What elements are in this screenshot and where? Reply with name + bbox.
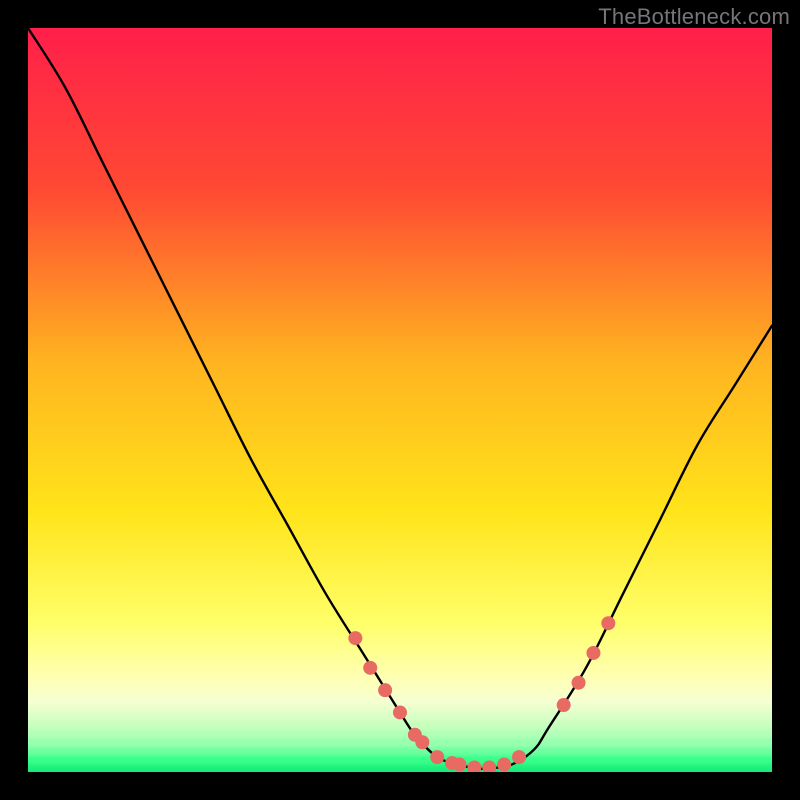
band-line — [28, 698, 772, 703]
marker-dot — [572, 676, 586, 690]
marker-dot — [415, 735, 429, 749]
band-line — [28, 742, 772, 747]
marker-dot — [586, 646, 600, 660]
marker-dot — [453, 758, 467, 772]
chart-svg — [28, 28, 772, 772]
marker-dot — [430, 750, 444, 764]
watermark-text: TheBottleneck.com — [598, 4, 790, 30]
gradient-background — [28, 28, 772, 772]
marker-dot — [557, 698, 571, 712]
chart-frame: TheBottleneck.com — [0, 0, 800, 800]
band-line — [28, 733, 772, 738]
marker-dot — [393, 705, 407, 719]
marker-dot — [601, 616, 615, 630]
plot-area — [28, 28, 772, 772]
marker-dot — [497, 758, 511, 772]
band-line — [28, 751, 772, 756]
band-line — [28, 760, 772, 765]
marker-dot — [512, 750, 526, 764]
band-line — [28, 724, 772, 729]
marker-dot — [363, 661, 377, 675]
marker-dot — [378, 683, 392, 697]
marker-dot — [348, 631, 362, 645]
